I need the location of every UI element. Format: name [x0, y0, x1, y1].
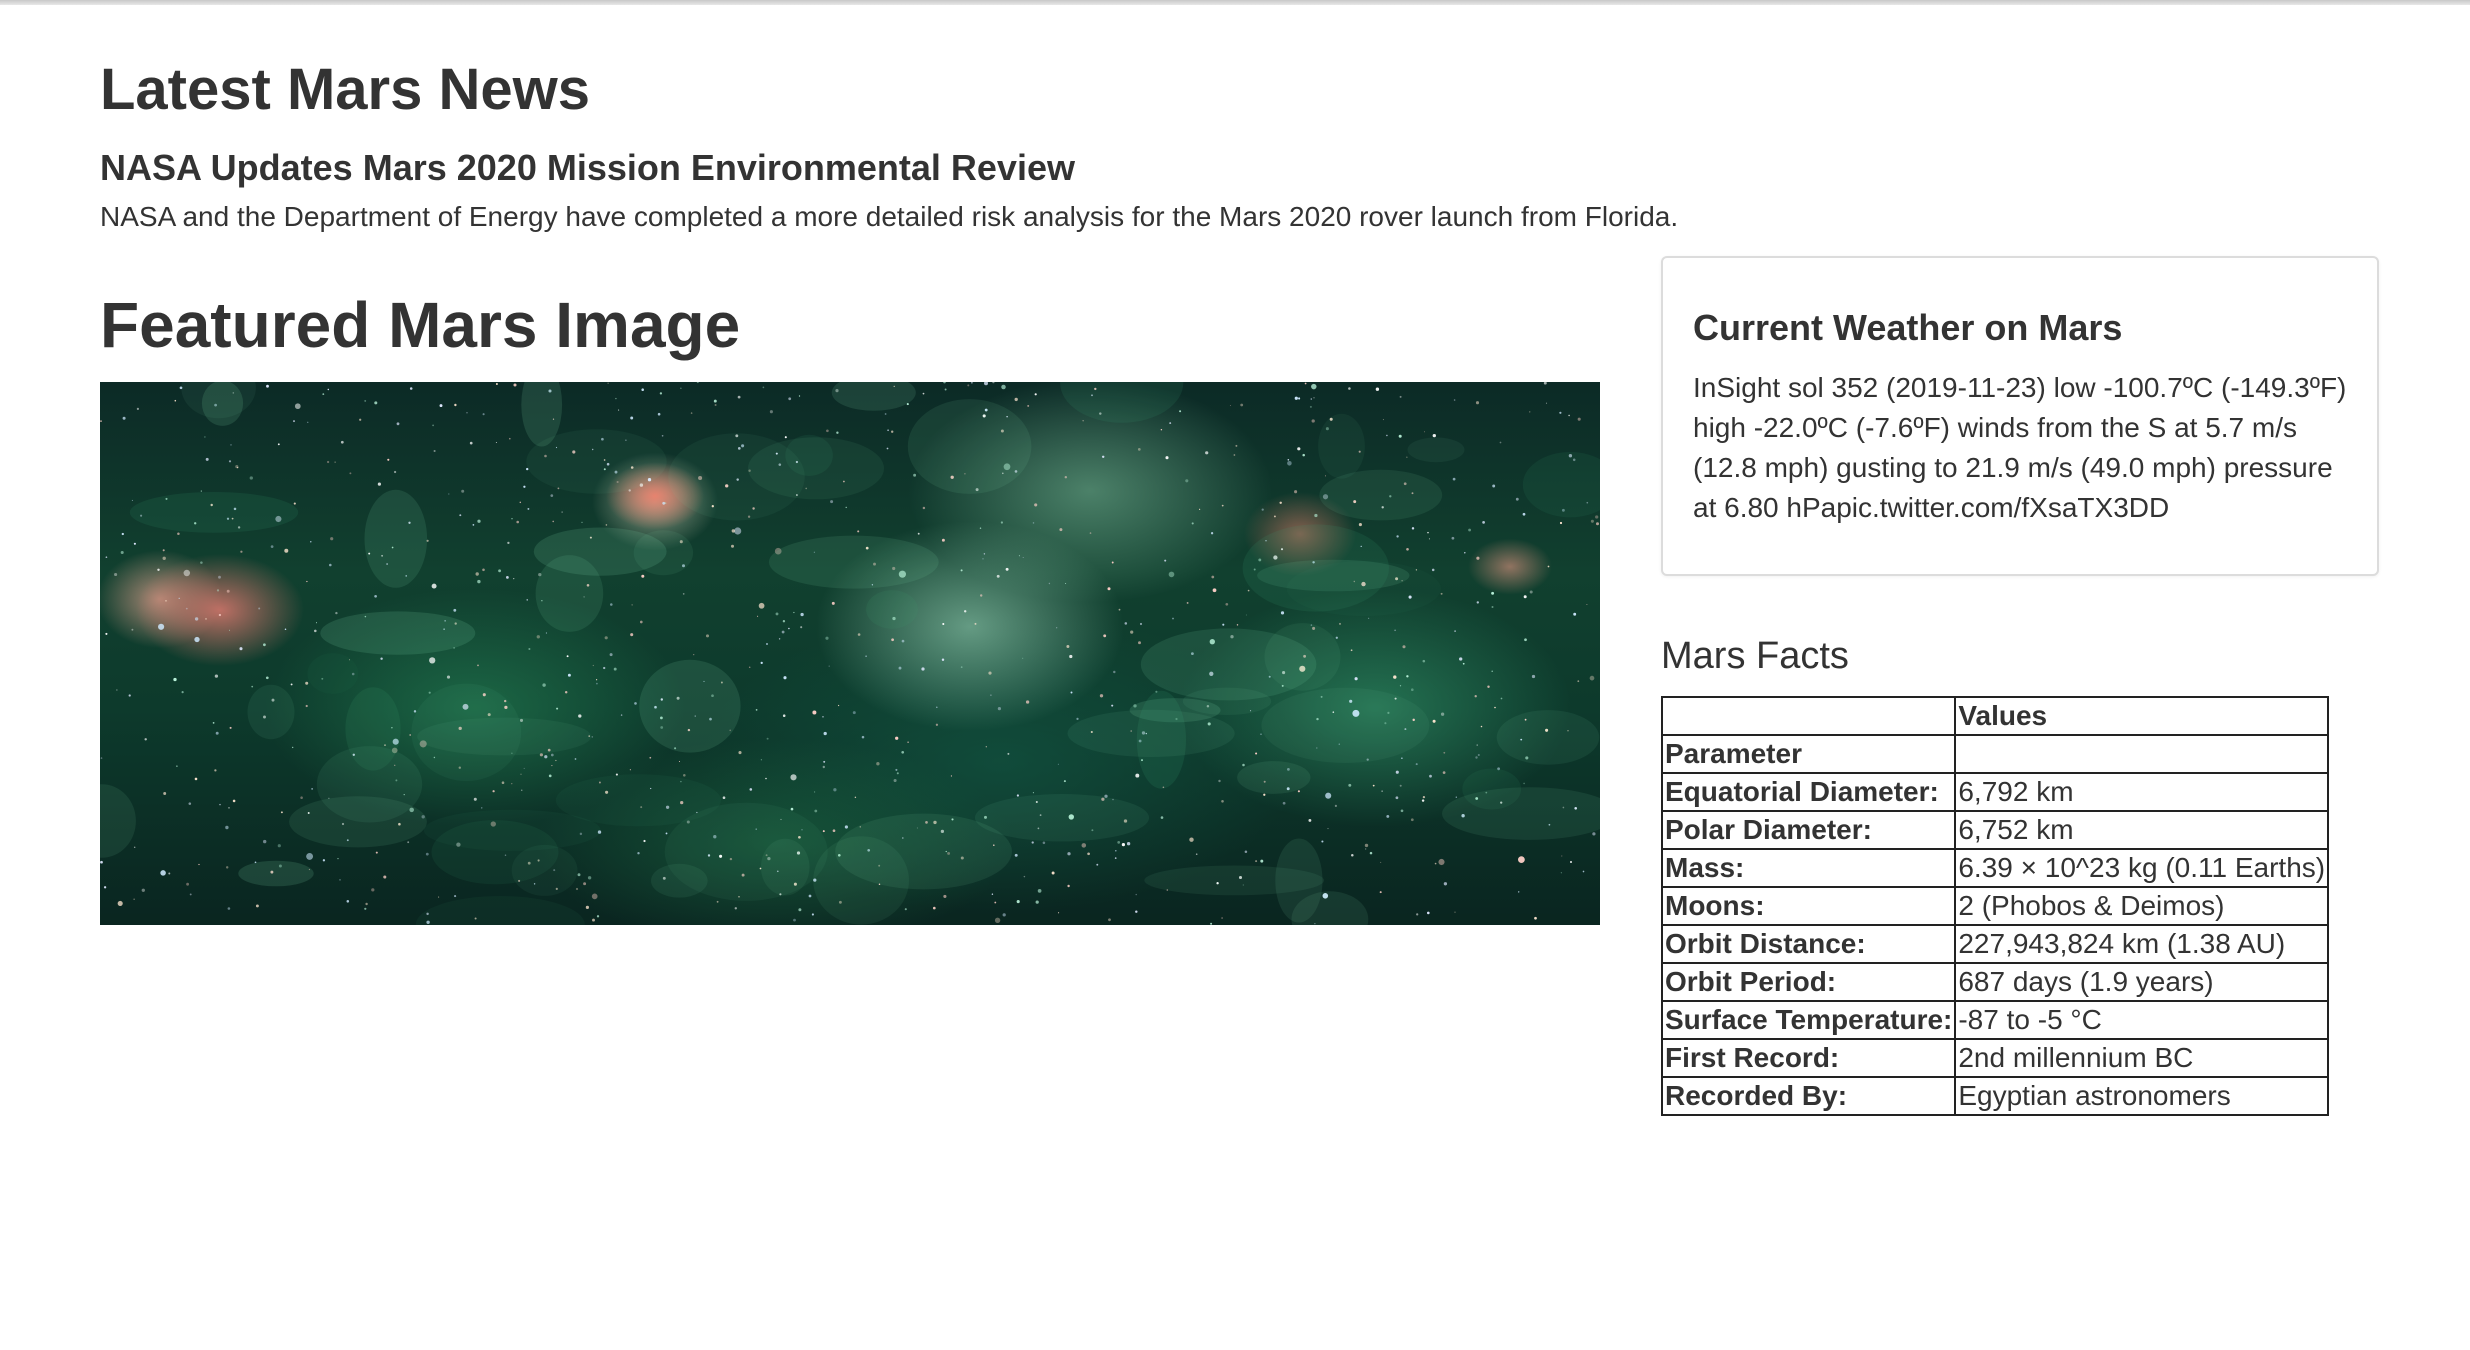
top-border	[0, 0, 2470, 5]
mars-facts-table: Values Parameter Equatorial Diameter: 6,…	[1660, 696, 2330, 1116]
fact-parameter: Orbit Distance:	[1660, 924, 1957, 964]
table-row: Equatorial Diameter: 6,792 km	[1660, 772, 2330, 812]
fact-parameter: Moons:	[1660, 886, 1957, 926]
fact-value: 227,943,824 km (1.38 AU)	[1954, 924, 2330, 964]
table-row: Orbit Period: 687 days (1.9 years)	[1660, 962, 2330, 1002]
table-row: Surface Temperature: -87 to -5 °C	[1660, 1000, 2330, 1040]
table-header-values: Values	[1954, 696, 2330, 736]
fact-parameter: Mass:	[1660, 848, 1957, 888]
fact-value: 2 (Phobos & Deimos)	[1954, 886, 2330, 926]
table-row: Recorded By: Egyptian astronomers	[1660, 1076, 2330, 1116]
fact-value: 6,792 km	[1954, 772, 2330, 812]
table-row: Polar Diameter: 6,752 km	[1660, 810, 2330, 850]
fact-value: 2nd millennium BC	[1954, 1038, 2330, 1078]
mars-facts-title: Mars Facts	[1661, 635, 1849, 677]
featured-mars-image[interactable]	[100, 382, 1600, 925]
fact-parameter: Polar Diameter:	[1660, 810, 1957, 850]
table-header-row: Values	[1660, 696, 2330, 736]
table-header-blank	[1660, 696, 1957, 736]
fact-parameter: Surface Temperature:	[1660, 1000, 1957, 1040]
news-section-title: Latest Mars News	[100, 57, 590, 122]
featured-image-title: Featured Mars Image	[100, 289, 741, 361]
fact-parameter: Orbit Period:	[1660, 962, 1957, 1002]
fact-parameter: Equatorial Diameter:	[1660, 772, 1957, 812]
table-index-row: Parameter	[1660, 734, 2330, 774]
news-teaser: NASA and the Department of Energy have c…	[100, 201, 1679, 232]
weather-title: Current Weather on Mars	[1693, 307, 2123, 348]
starfield-image-texture	[100, 382, 1600, 925]
fact-value: 6.39 × 10^23 kg (0.11 Earths)	[1954, 848, 2330, 888]
table-index-label: Parameter	[1660, 734, 1957, 774]
fact-value: 687 days (1.9 years)	[1954, 962, 2330, 1002]
fact-value: -87 to -5 °C	[1954, 1000, 2330, 1040]
weather-card: Current Weather on Mars InSight sol 352 …	[1661, 256, 2379, 576]
fact-parameter: First Record:	[1660, 1038, 1957, 1078]
table-row: Moons: 2 (Phobos & Deimos)	[1660, 886, 2330, 926]
fact-value: 6,752 km	[1954, 810, 2330, 850]
table-row: Orbit Distance: 227,943,824 km (1.38 AU)	[1660, 924, 2330, 964]
table-row: First Record: 2nd millennium BC	[1660, 1038, 2330, 1078]
table-index-empty	[1954, 734, 2330, 774]
weather-text: InSight sol 352 (2019-11-23) low -100.7º…	[1693, 372, 2347, 523]
news-headline[interactable]: NASA Updates Mars 2020 Mission Environme…	[100, 148, 1075, 188]
fact-parameter: Recorded By:	[1660, 1076, 1957, 1116]
table-row: Mass: 6.39 × 10^23 kg (0.11 Earths)	[1660, 848, 2330, 888]
fact-value: Egyptian astronomers	[1954, 1076, 2330, 1116]
